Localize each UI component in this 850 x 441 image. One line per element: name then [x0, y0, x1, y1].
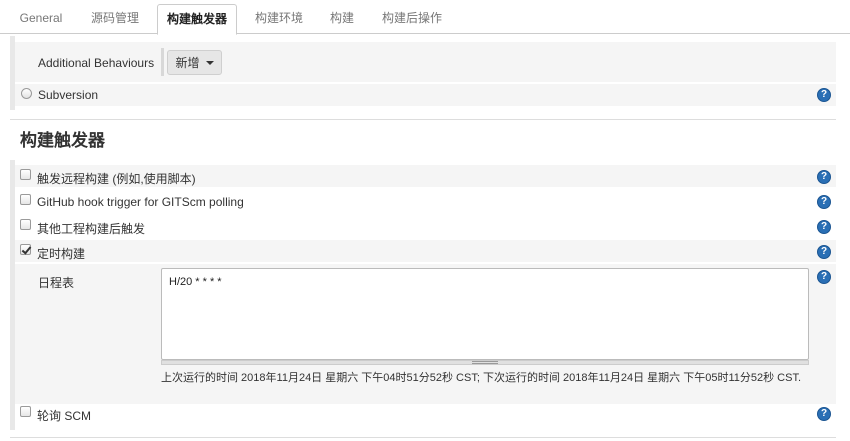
- help-icon[interactable]: ?: [817, 270, 831, 284]
- textarea-resize-grip-icon[interactable]: [472, 361, 498, 364]
- section-divider: [10, 119, 836, 120]
- help-icon[interactable]: ?: [817, 220, 831, 234]
- additional-behaviours-label: Additional Behaviours: [38, 56, 155, 70]
- tab-build-triggers[interactable]: 构建触发器: [157, 4, 237, 35]
- subversion-label: Subversion: [38, 88, 99, 102]
- schedule-run-info: 上次运行的时间 2018年11月24日 星期六 下午04时51分52秒 CST;…: [161, 372, 802, 384]
- trigger-after-other-projects-checkbox[interactable]: [20, 219, 31, 230]
- tab-source-code-management[interactable]: 源码管理: [80, 4, 150, 34]
- add-behaviour-button[interactable]: 新增: [167, 50, 222, 75]
- tab-general[interactable]: General: [8, 4, 74, 34]
- trigger-remote-label: 触发远程构建 (例如,使用脚本): [37, 172, 196, 186]
- trigger-after-other-projects-label: 其他工程构建后触发: [37, 222, 146, 236]
- help-icon[interactable]: ?: [817, 245, 831, 259]
- schedule-textarea[interactable]: H/20 * * * *: [161, 268, 809, 360]
- add-behaviour-button-label: 新增: [175, 56, 200, 70]
- subversion-row: [15, 84, 836, 106]
- subversion-radio[interactable]: [21, 88, 32, 99]
- trigger-periodic-label: 定时构建: [37, 247, 86, 261]
- schedule-label: 日程表: [38, 276, 75, 290]
- behaviours-divider: [161, 48, 164, 76]
- trigger-periodic-checkbox[interactable]: [20, 244, 31, 255]
- help-icon[interactable]: ?: [817, 195, 831, 209]
- trigger-github-hook-label: GitHub hook trigger for GITScm polling: [37, 195, 244, 209]
- tab-post-build-actions[interactable]: 构建后操作: [372, 4, 452, 34]
- section-divider: [10, 437, 836, 438]
- help-icon[interactable]: ?: [817, 88, 831, 102]
- help-icon[interactable]: ?: [817, 170, 831, 184]
- tab-build[interactable]: 构建: [320, 4, 364, 34]
- tab-build-environment[interactable]: 构建环境: [244, 4, 314, 34]
- trigger-poll-scm-checkbox[interactable]: [20, 406, 31, 417]
- trigger-github-hook-checkbox[interactable]: [20, 194, 31, 205]
- caret-down-icon: [205, 60, 214, 65]
- trigger-poll-scm-label: 轮询 SCM: [37, 409, 92, 423]
- help-icon[interactable]: ?: [817, 407, 831, 421]
- build-triggers-title: 构建触发器: [20, 131, 105, 150]
- trigger-remote-checkbox[interactable]: [20, 169, 31, 180]
- trigger-row-periodic: [15, 240, 836, 262]
- config-tabs: General 源码管理 构建触发器 构建环境 构建 构建后操作: [0, 0, 850, 35]
